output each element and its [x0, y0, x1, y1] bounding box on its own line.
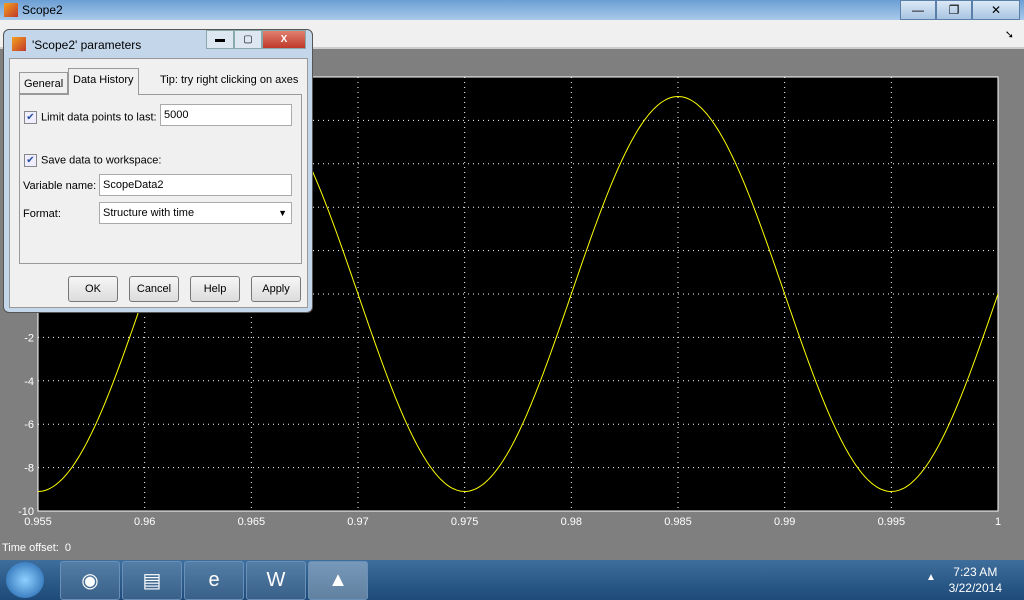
save-checkbox[interactable]: ✔	[24, 154, 37, 167]
close-button[interactable]: ✕	[972, 0, 1020, 20]
matlab-icon	[4, 3, 18, 17]
dock-arrow-icon[interactable]: ➘	[1005, 28, 1014, 41]
x-tick-label: 0.97	[347, 516, 368, 528]
limit-input[interactable]: 5000	[160, 104, 292, 126]
parameters-dialog: 'Scope2' parameters ▬ ▢ X General Data His…	[3, 29, 313, 313]
window-title: Scope2	[22, 3, 63, 17]
tray-arrow-icon[interactable]: ▲	[926, 572, 936, 583]
y-tick-label: -8	[24, 463, 34, 475]
internet-explorer-icon[interactable]: e	[184, 561, 244, 600]
x-tick-label: 1	[995, 516, 1001, 528]
x-tick-label: 0.96	[134, 516, 155, 528]
taskbar: ◉ ▤ e W ▲ ▲ 7:23 AM 3/22/2014	[0, 560, 1024, 600]
x-tick-label: 0.99	[774, 516, 795, 528]
apply-button[interactable]: Apply	[251, 276, 301, 302]
dialog-maximize-button[interactable]: ▢	[234, 30, 262, 49]
minimize-button[interactable]: —	[900, 0, 936, 20]
time-offset-value: 0	[64, 542, 71, 554]
cancel-button[interactable]: Cancel	[129, 276, 179, 302]
y-tick-label: -6	[24, 419, 34, 431]
chevron-down-icon: ▼	[278, 208, 287, 218]
dialog-minimize-button[interactable]: ▬	[206, 30, 234, 49]
clock[interactable]: 7:23 AM 3/22/2014	[949, 564, 1002, 596]
time-offset: Time offset: 0	[2, 542, 71, 554]
word-icon[interactable]: W	[246, 561, 306, 600]
x-tick-label: 0.98	[561, 516, 582, 528]
matlab-icon	[12, 37, 26, 51]
dialog-title: 'Scope2' parameters	[32, 38, 142, 52]
format-select[interactable]: Structure with time ▼	[99, 202, 292, 224]
matlab-taskbar-icon[interactable]: ▲	[308, 561, 368, 600]
limit-checkbox[interactable]: ✔	[24, 111, 37, 124]
chrome-icon[interactable]: ◉	[60, 561, 120, 600]
y-tick-label: -2	[24, 332, 34, 344]
tip-text: Tip: try right clicking on axes	[160, 74, 299, 86]
limit-label: Limit data points to last:	[41, 111, 157, 124]
save-label: Save data to workspace:	[41, 154, 162, 167]
tab-data-history[interactable]: Data History	[68, 68, 139, 95]
restore-button[interactable]: ❐	[936, 0, 972, 20]
variable-name-input[interactable]: ScopeData2	[99, 174, 292, 196]
y-tick-label: -10	[18, 506, 34, 518]
ok-button[interactable]: OK	[68, 276, 118, 302]
help-button[interactable]: Help	[190, 276, 240, 302]
clock-date: 3/22/2014	[948, 581, 1002, 595]
time-offset-label: Time offset:	[2, 542, 59, 554]
format-value: Structure with time	[103, 207, 195, 219]
tab-general[interactable]: General	[19, 72, 69, 94]
clock-time: 7:23 AM	[953, 565, 998, 579]
x-tick-label: 0.985	[664, 516, 692, 528]
x-tick-label: 0.995	[878, 516, 906, 528]
explorer-icon[interactable]: ▤	[122, 561, 182, 600]
start-button[interactable]	[6, 562, 44, 598]
variable-label: Variable name:	[23, 180, 97, 192]
x-tick-label: 0.965	[238, 516, 266, 528]
window-titlebar: Scope2 — ❐ ✕	[0, 0, 1024, 20]
y-tick-label: -4	[24, 376, 34, 388]
dialog-close-button[interactable]: X	[262, 30, 306, 49]
format-label: Format:	[23, 208, 61, 220]
x-tick-label: 0.975	[451, 516, 479, 528]
